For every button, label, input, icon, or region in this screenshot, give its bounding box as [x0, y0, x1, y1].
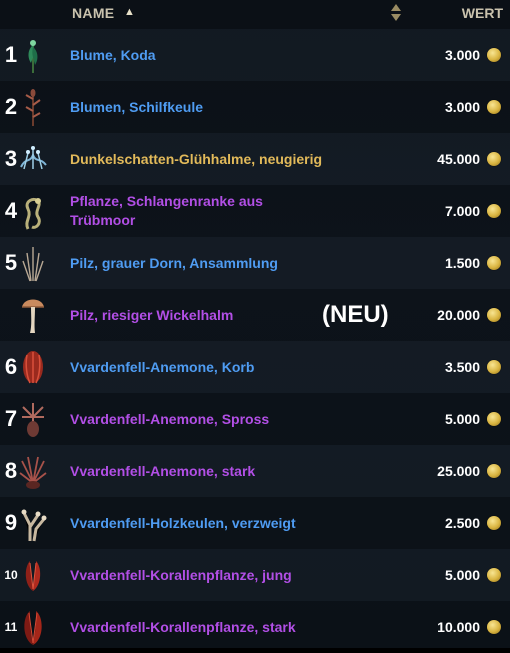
item-value: 3.000 [444, 47, 480, 63]
gold-coin-icon [487, 308, 501, 322]
mushroom-icon [22, 299, 44, 333]
item-name: Vvardenfell-Anemone, Spross [70, 410, 270, 427]
gold-coin-icon [487, 152, 501, 166]
list-item[interactable]: 4 Pflanze, Schlangenranke aus Trübmoor 7… [0, 185, 510, 237]
sort-toggle-icon[interactable] [390, 3, 402, 23]
gold-coin-icon [487, 48, 501, 62]
list-item[interactable]: 7 Vvardenfell-Anemone, Spross 5.000 [0, 393, 510, 445]
item-name: Pflanze, Schlangenranke aus Trübmoor [70, 193, 263, 228]
item-value: 7.000 [444, 203, 480, 219]
plant-icon [28, 40, 38, 73]
gold-coin-icon [487, 516, 501, 530]
anemone-icon [22, 403, 44, 437]
item-name: Vvardenfell-Korallenpflanze, stark [70, 618, 296, 635]
item-value: 3.500 [444, 359, 480, 375]
plant-icon [20, 146, 47, 170]
value-column-header[interactable]: WERT [462, 5, 503, 21]
item-value: 25.000 [437, 463, 480, 479]
plant-icon [21, 509, 47, 542]
coral-icon [24, 611, 42, 645]
item-value: 45.000 [437, 151, 480, 167]
new-tag: (NEU) [322, 301, 389, 328]
item-value: 20.000 [437, 307, 480, 323]
list-item[interactable]: Pilz, riesiger Wickelhalm (NEU) 20.000 [0, 289, 510, 341]
sort-ascending-icon[interactable]: ▲ [124, 6, 135, 18]
gold-coin-icon [487, 256, 501, 270]
item-name: Dunkelschatten-Glühhalme, neugierig [70, 150, 323, 167]
coral-icon [25, 561, 41, 591]
item-value: 10.000 [437, 619, 480, 635]
name-column-header[interactable]: NAME [72, 5, 114, 21]
item-list: 1 Blume, Koda 3.000 2 Blumen, Schilfkeul… [0, 29, 510, 653]
gold-coin-icon [487, 360, 501, 374]
list-item[interactable]: 8 Vvardenfell-Anemone, stark 25.000 [0, 445, 510, 497]
list-header: NAME ▲ WERT [0, 0, 510, 28]
list-item[interactable]: 10 Vvardenfell-Korallenpflanze, jung 5.0… [0, 549, 510, 601]
item-name: Pilz, riesiger Wickelhalm [70, 306, 234, 323]
item-name: Vvardenfell-Anemone, Korb [70, 358, 255, 375]
list-item[interactable]: 1 Blume, Koda 3.000 [0, 29, 510, 81]
list-item[interactable]: 2 Blumen, Schilfkeule 3.000 [0, 81, 510, 133]
plant-icon [25, 89, 41, 126]
gold-coin-icon [487, 620, 501, 634]
item-value: 5.000 [444, 567, 480, 583]
item-name: Vvardenfell-Holzkeulen, verzweigt [70, 514, 296, 531]
list-item[interactable]: 11 Vvardenfell-Korallenpflanze, stark 10… [0, 601, 510, 653]
anemone-icon [23, 351, 43, 384]
gold-coin-icon [487, 100, 501, 114]
list-item[interactable]: 5 Pilz, grauer Dorn, Ansammlung 1.500 [0, 237, 510, 289]
item-value: 3.000 [444, 99, 480, 115]
gold-coin-icon [487, 204, 501, 218]
plant-icon [25, 197, 41, 230]
list-item[interactable]: 6 Vvardenfell-Anemone, Korb 3.500 [0, 341, 510, 393]
item-value: 5.000 [444, 411, 480, 427]
plant-icon [22, 247, 44, 282]
gold-coin-icon [487, 412, 501, 426]
item-name: Blumen, Schilfkeule [70, 98, 204, 115]
furnishing-list-panel: NAME ▲ WERT 1 Blume, Koda 3.000 2 Blumen… [0, 0, 510, 648]
item-name: Blume, Koda [70, 46, 156, 63]
item-name: Vvardenfell-Korallenpflanze, jung [70, 566, 292, 583]
item-name: Pilz, grauer Dorn, Ansammlung [70, 254, 278, 271]
item-value: 2.500 [444, 515, 480, 531]
item-name: Vvardenfell-Anemone, stark [70, 462, 256, 479]
list-item[interactable]: 3 Dunkelschatten-Glühhalme, neugierig 45… [0, 133, 510, 185]
item-value: 1.500 [444, 255, 480, 271]
gold-coin-icon [487, 568, 501, 582]
gold-coin-icon [487, 464, 501, 478]
anemone-icon [19, 456, 47, 489]
list-item[interactable]: 9 Vvardenfell-Holzkeulen, verzweigt 2.50… [0, 497, 510, 549]
